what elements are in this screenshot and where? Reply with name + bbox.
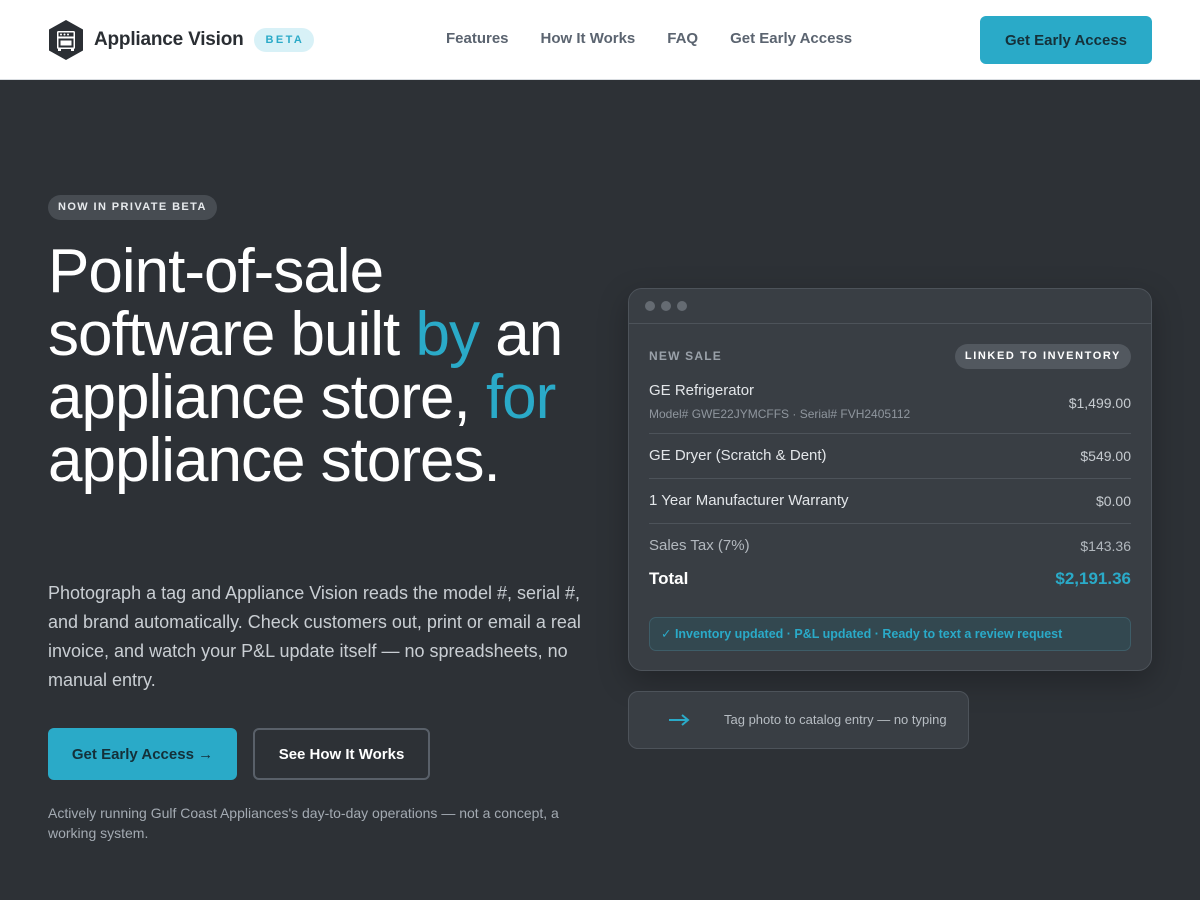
- headline-part-3: appliance stores.: [48, 426, 501, 495]
- window-dot: [645, 301, 655, 311]
- total-label: Total: [649, 569, 689, 588]
- window-dot: [677, 301, 687, 311]
- line-item-name: 1 Year Manufacturer Warranty: [649, 492, 849, 509]
- beta-badge: BETA: [253, 28, 315, 52]
- line-item-sales-tax: Sales Tax (7%) $143.36: [649, 524, 1131, 569]
- see-how-it-works-button[interactable]: See How It Works: [253, 728, 430, 780]
- hero-description: Photograph a tag and Appliance Vision re…: [48, 583, 581, 690]
- line-item-name: Sales Tax (7%): [649, 537, 750, 554]
- hero-headline: Point-of-sale software built by an appli…: [48, 240, 608, 492]
- line-item-dryer: GE Dryer (Scratch & Dent) $549.00: [649, 434, 1131, 479]
- line-item-price: $1,499.00: [1068, 395, 1131, 411]
- window-dot: [661, 301, 671, 311]
- line-item-name: GE Refrigerator: [649, 382, 755, 399]
- line-item-refrigerator: GE Refrigerator Model# GWE22JYMCFFS · Se…: [649, 369, 1131, 434]
- nav-faq[interactable]: FAQ: [667, 30, 698, 47]
- headline-part-1: Point-of-sale software built: [48, 237, 416, 369]
- nav-get-early-access[interactable]: Get Early Access: [730, 30, 852, 47]
- private-beta-badge: NOW IN PRIVATE BETA: [48, 195, 217, 220]
- line-item-price: $549.00: [1080, 448, 1131, 464]
- headline-accent-by: by: [415, 300, 480, 369]
- brand-name: Appliance Vision: [94, 29, 244, 50]
- header-early-access-button[interactable]: Get Early Access: [980, 16, 1152, 64]
- sale-total-row: Total $2,191.36: [649, 569, 1131, 601]
- brand[interactable]: Appliance Vision BETA: [48, 18, 315, 62]
- linked-inventory-badge: LINKED TO INVENTORY: [954, 344, 1131, 369]
- line-item-price: $143.36: [1080, 538, 1131, 554]
- line-item-name: GE Dryer (Scratch & Dent): [649, 447, 827, 464]
- hero-footnote: Actively running Gulf Coast Appliances's…: [48, 805, 559, 841]
- sync-status-strip: ✓ Inventory updated · P&L updated · Read…: [649, 617, 1131, 651]
- appliance-logo-icon: [49, 20, 83, 60]
- line-item-meta: Model# GWE22JYMCFFS · Serial# FVH2405112: [649, 407, 911, 421]
- line-item-price: $0.00: [1095, 493, 1131, 509]
- line-item-warranty: 1 Year Manufacturer Warranty $0.00: [649, 479, 1131, 524]
- headline-accent-for: for: [485, 363, 556, 432]
- nav-how-it-works[interactable]: How It Works: [541, 30, 636, 47]
- total-value: $2,191.36: [1055, 569, 1131, 588]
- sale-card-header: NEW SALE LINKED TO INVENTORY: [649, 324, 1131, 369]
- main-nav: Features How It Works FAQ Get Early Acce…: [446, 30, 852, 47]
- window-dots-icon: [629, 289, 1151, 324]
- nav-features[interactable]: Features: [446, 30, 509, 47]
- sale-preview-card: NEW SALE LINKED TO INVENTORY GE Refriger…: [628, 288, 1152, 671]
- tag-feature-text: Tag photo to catalog entry — no typing: [724, 712, 947, 727]
- get-early-access-button[interactable]: Get Early Access →: [48, 728, 237, 780]
- arrow-right-icon: [669, 714, 690, 726]
- sale-card-body: NEW SALE LINKED TO INVENTORY GE Refriger…: [649, 324, 1131, 651]
- tag-feature-card: Tag photo to catalog entry — no typing: [628, 691, 969, 749]
- new-sale-label: NEW SALE: [649, 349, 722, 363]
- site-header: Appliance Vision BETA Features How It Wo…: [0, 0, 1200, 80]
